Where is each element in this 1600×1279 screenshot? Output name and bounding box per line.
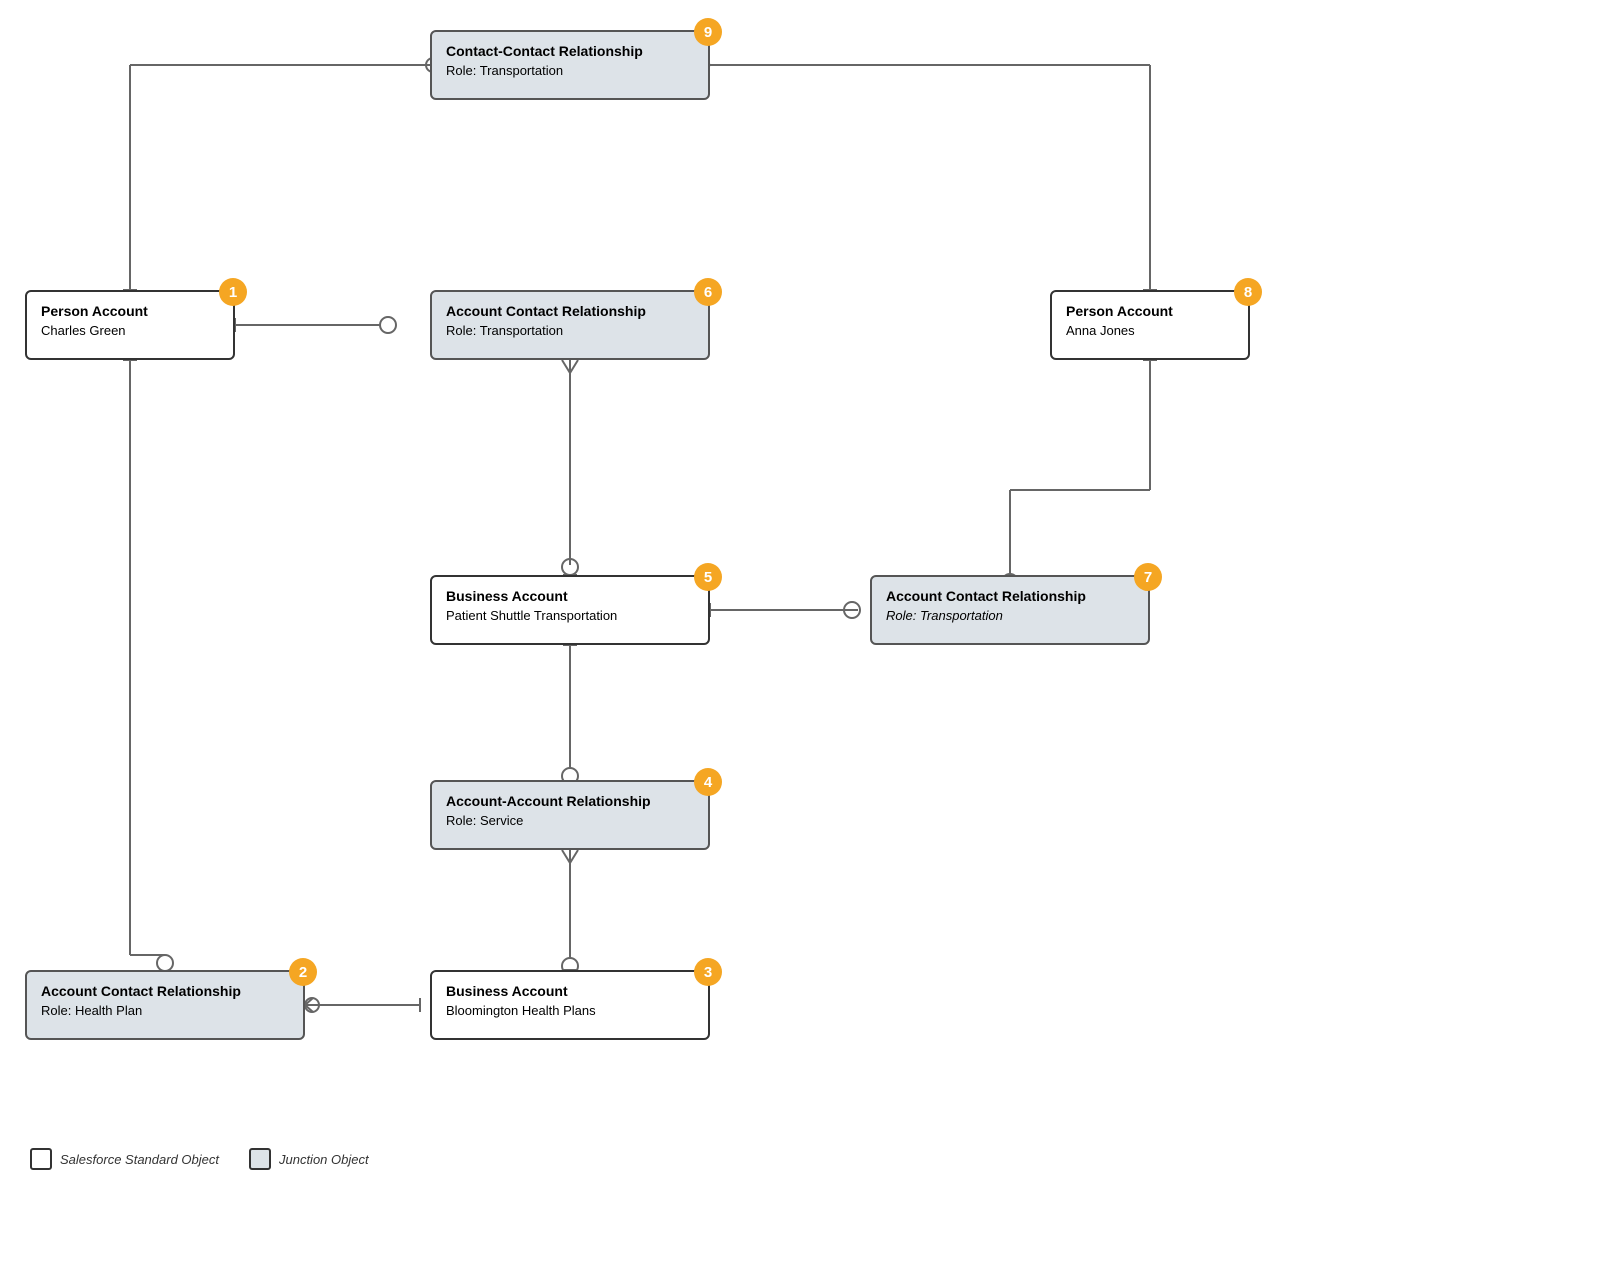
node-9-badge: 9 bbox=[694, 18, 722, 46]
legend-label-junction: Junction Object bbox=[279, 1152, 369, 1167]
node-2-title: Account Contact Relationship bbox=[41, 982, 289, 1002]
node-4-badge: 4 bbox=[694, 768, 722, 796]
legend-label-standard: Salesforce Standard Object bbox=[60, 1152, 219, 1167]
node-5-title: Business Account bbox=[446, 587, 694, 607]
node-6: Account Contact Relationship Role: Trans… bbox=[430, 290, 710, 360]
node-6-badge: 6 bbox=[694, 278, 722, 306]
node-4-subtitle: Role: Service bbox=[446, 812, 694, 830]
node-5: Business Account Patient Shuttle Transpo… bbox=[430, 575, 710, 645]
node-3-subtitle: Bloomington Health Plans bbox=[446, 1002, 694, 1020]
node-8: Person Account Anna Jones 8 bbox=[1050, 290, 1250, 360]
legend-item-junction: Junction Object bbox=[249, 1148, 369, 1170]
legend: Salesforce Standard Object Junction Obje… bbox=[30, 1148, 369, 1170]
node-7: Account Contact Relationship Role: Trans… bbox=[870, 575, 1150, 645]
node-7-title: Account Contact Relationship bbox=[886, 587, 1134, 607]
node-5-badge: 5 bbox=[694, 563, 722, 591]
node-4-title: Account-Account Relationship bbox=[446, 792, 694, 812]
node-4: Account-Account Relationship Role: Servi… bbox=[430, 780, 710, 850]
node-8-title: Person Account bbox=[1066, 302, 1234, 322]
node-6-title: Account Contact Relationship bbox=[446, 302, 694, 322]
node-3-badge: 3 bbox=[694, 958, 722, 986]
node-9-title: Contact-Contact Relationship bbox=[446, 42, 694, 62]
diagram-container: Contact-Contact Relationship Role: Trans… bbox=[0, 0, 1600, 1200]
legend-item-standard: Salesforce Standard Object bbox=[30, 1148, 219, 1170]
node-3-title: Business Account bbox=[446, 982, 694, 1002]
legend-box-junction bbox=[249, 1148, 271, 1170]
node-3: Business Account Bloomington Health Plan… bbox=[430, 970, 710, 1040]
node-2: Account Contact Relationship Role: Healt… bbox=[25, 970, 305, 1040]
legend-box-standard bbox=[30, 1148, 52, 1170]
node-6-subtitle: Role: Transportation bbox=[446, 322, 694, 340]
node-9: Contact-Contact Relationship Role: Trans… bbox=[430, 30, 710, 100]
node-1: Person Account Charles Green 1 bbox=[25, 290, 235, 360]
node-8-subtitle: Anna Jones bbox=[1066, 322, 1234, 340]
node-8-badge: 8 bbox=[1234, 278, 1262, 306]
node-5-subtitle: Patient Shuttle Transportation bbox=[446, 607, 694, 625]
node-1-badge: 1 bbox=[219, 278, 247, 306]
node-1-subtitle: Charles Green bbox=[41, 322, 219, 340]
node-7-subtitle: Role: Transportation bbox=[886, 607, 1134, 625]
node-9-subtitle: Role: Transportation bbox=[446, 62, 694, 80]
node-2-subtitle: Role: Health Plan bbox=[41, 1002, 289, 1020]
node-2-badge: 2 bbox=[289, 958, 317, 986]
node-1-title: Person Account bbox=[41, 302, 219, 322]
node-7-badge: 7 bbox=[1134, 563, 1162, 591]
